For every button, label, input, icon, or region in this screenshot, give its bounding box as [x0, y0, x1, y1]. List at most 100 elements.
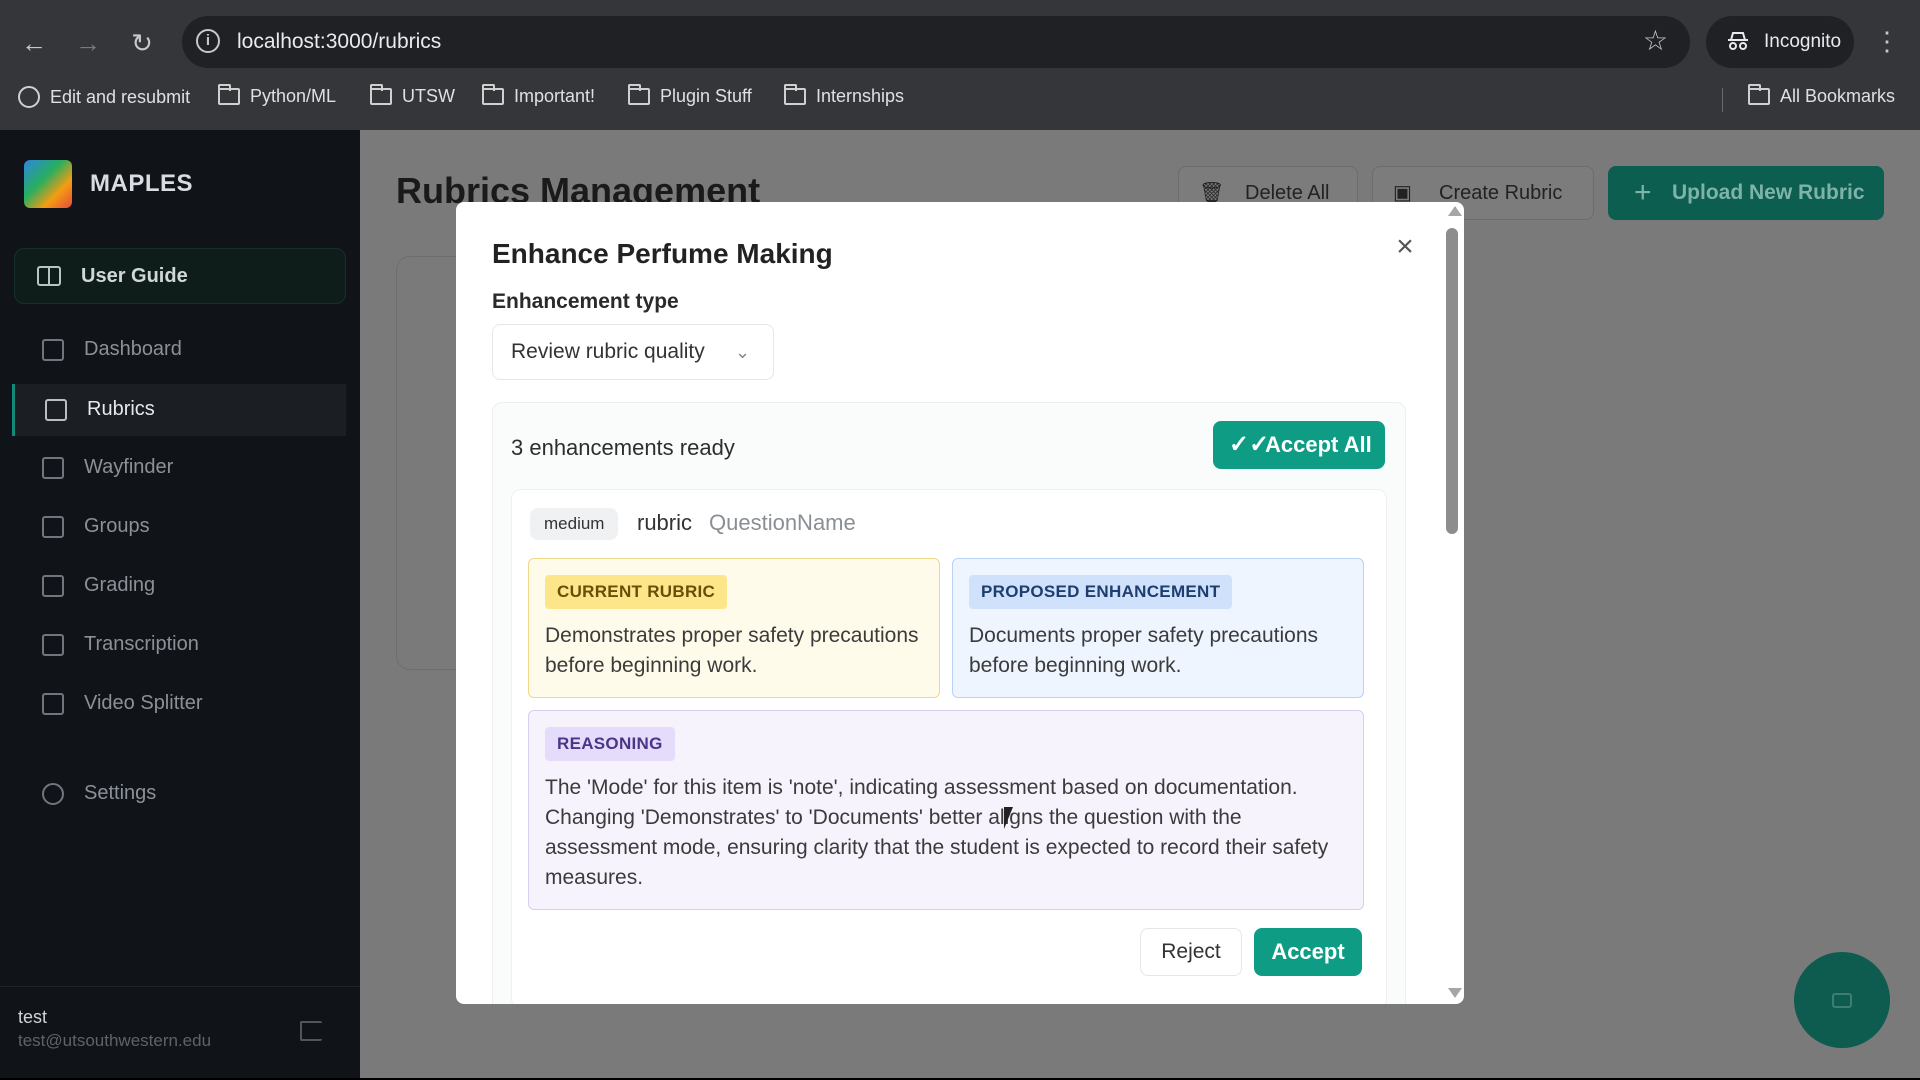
sidebar-item-grading[interactable]: Grading	[12, 560, 346, 612]
reasoning-box: REASONING The 'Mode' for this item is 'n…	[528, 710, 1364, 910]
accept-all-button[interactable]: ✓✓ Accept All	[1213, 421, 1385, 469]
logout-icon[interactable]	[300, 1021, 322, 1041]
reasoning-tag: REASONING	[545, 727, 675, 761]
bookmark-utsw[interactable]: UTSW	[370, 84, 455, 107]
sidebar-item-label: Video Splitter	[84, 692, 203, 714]
bookmark-label: Python/ML	[250, 86, 337, 106]
mouse-cursor	[1004, 807, 1013, 829]
folder-icon	[370, 84, 392, 105]
scroll-down-icon[interactable]	[1448, 988, 1462, 998]
address-bar[interactable]: i localhost:3000/rubrics ☆	[182, 16, 1690, 68]
clipboard-icon	[42, 575, 64, 597]
current-rubric-box: CURRENT RUBRIC Demonstrates proper safet…	[528, 558, 940, 698]
reload-icon[interactable]: ↻	[124, 25, 160, 61]
bookmark-plugin-stuff[interactable]: Plugin Stuff	[628, 84, 752, 107]
sidebar-item-label: Dashboard	[84, 338, 182, 360]
sidebar-item-rubrics[interactable]: Rubrics	[12, 384, 346, 436]
accept-button[interactable]: Accept	[1254, 928, 1362, 976]
browser-toolbar: ← → ↻ i localhost:3000/rubrics ☆ Incogni…	[0, 12, 1920, 72]
create-rubric-label: Create Rubric	[1439, 182, 1563, 204]
sidebar-item-label: Rubrics	[87, 398, 155, 420]
incognito-label: Incognito	[1764, 31, 1842, 52]
maples-logo	[24, 160, 72, 208]
groups-icon	[42, 516, 64, 538]
sidebar-item-transcription[interactable]: Transcription	[12, 619, 346, 671]
enhance-modal: Enhance Perfume Making × Enhancement typ…	[456, 202, 1464, 1004]
bookmark-label: All Bookmarks	[1780, 86, 1896, 106]
proposed-enhancement-tag: PROPOSED ENHANCEMENT	[969, 575, 1233, 609]
sidebar-item-label: Wayfinder	[84, 456, 174, 478]
sidebar-item-label: Settings	[84, 782, 157, 804]
bookmark-important[interactable]: Important!	[482, 84, 596, 107]
browser-chrome: ← → ↻ i localhost:3000/rubrics ☆ Incogni…	[0, 0, 1920, 130]
upload-new-rubric-label: Upload New Rubric	[1672, 181, 1865, 204]
folder-icon	[784, 84, 806, 105]
enhancements-ready-count: 3 enhancements ready	[511, 435, 735, 460]
brand-name: MAPLES	[90, 170, 194, 197]
sidebar-item-label: Groups	[84, 515, 150, 537]
user-guide-button[interactable]: User Guide	[14, 248, 346, 304]
close-icon[interactable]: ×	[1390, 232, 1420, 262]
browser-menu-icon[interactable]: ⋮	[1874, 26, 1900, 57]
bookmark-star-icon[interactable]: ☆	[1643, 24, 1668, 57]
enhancement-type-value: Review rubric quality	[511, 340, 705, 363]
enhancement-type-select[interactable]: Review rubric quality ⌄	[492, 324, 774, 380]
severity-badge: medium	[530, 508, 619, 540]
all-bookmarks[interactable]: All Bookmarks	[1748, 84, 1896, 107]
scissors-icon	[42, 693, 64, 715]
double-check-icon: ✓✓	[1229, 431, 1270, 458]
bookmark-label: Internships	[816, 86, 905, 106]
sidebar-item-wayfinder[interactable]: Wayfinder	[12, 442, 346, 494]
gear-icon	[42, 783, 64, 805]
chevron-down-icon: ⌄	[735, 342, 751, 362]
bookmark-edit-resubmit[interactable]: Edit and resubmit	[18, 86, 190, 108]
accept-all-label: Accept All	[1265, 432, 1372, 457]
current-rubric-tag: CURRENT RUBRIC	[545, 575, 728, 609]
back-icon[interactable]: ←	[16, 25, 52, 61]
bookmark-label: Plugin Stuff	[660, 86, 752, 106]
user-name: test	[18, 1007, 48, 1027]
bookmarks-divider	[1722, 88, 1723, 112]
sidebar-item-video-splitter[interactable]: Video Splitter	[12, 678, 346, 730]
modal-title: Enhance Perfume Making	[492, 238, 833, 269]
robot-icon	[42, 457, 64, 479]
dashboard-icon	[42, 339, 64, 361]
chat-assistant-button[interactable]	[1794, 952, 1890, 1048]
url-text[interactable]: localhost:3000/rubrics	[237, 30, 441, 54]
sidebar-item-settings[interactable]: Settings	[12, 768, 346, 820]
audio-wave-icon	[42, 634, 64, 656]
bookmark-label: Important!	[514, 86, 596, 106]
sidebar-item-dashboard[interactable]: Dashboard	[12, 324, 346, 376]
bookmarks-bar: Edit and resubmit Python/ML UTSW Importa…	[0, 80, 1920, 116]
user-profile: test test@utsouthwestern.edu	[0, 986, 360, 1078]
incognito-icon	[1728, 32, 1748, 50]
delete-all-label: Delete All	[1245, 182, 1330, 204]
user-email: test@utsouthwestern.edu	[18, 1031, 212, 1050]
book-icon	[37, 266, 61, 286]
reasoning-text: The 'Mode' for this item is 'note', indi…	[545, 776, 1329, 889]
user-guide-label: User Guide	[81, 265, 188, 287]
scrollbar-thumb[interactable]	[1446, 228, 1458, 534]
enhancement-field-name: QuestionName	[709, 510, 856, 535]
forward-icon[interactable]: →	[70, 25, 106, 61]
robot-icon	[1832, 993, 1852, 1008]
incognito-button[interactable]: Incognito	[1706, 16, 1854, 68]
bookmark-label: UTSW	[402, 86, 455, 106]
app-viewport: MAPLES User Guide Dashboard Rubrics Wayf…	[0, 130, 1920, 1078]
upload-new-rubric-button[interactable]: + Upload New Rubric	[1608, 166, 1884, 220]
bookmark-python-ml[interactable]: Python/ML	[218, 84, 337, 107]
bookmark-internships[interactable]: Internships	[784, 84, 905, 107]
sidebar-item-label: Transcription	[84, 633, 199, 655]
folder-icon	[628, 84, 650, 105]
enhancement-type-label: Enhancement type	[492, 290, 679, 313]
scroll-up-icon[interactable]	[1448, 206, 1462, 216]
sidebar-item-label: Grading	[84, 574, 156, 596]
proposed-enhancement-text: Documents proper safety precautions befo…	[969, 624, 1319, 677]
sidebar: MAPLES User Guide Dashboard Rubrics Wayf…	[0, 130, 360, 1078]
enhancements-panel: 3 enhancements ready ✓✓ Accept All mediu…	[492, 402, 1406, 1004]
folder-icon	[1748, 84, 1770, 105]
sidebar-item-groups[interactable]: Groups	[12, 501, 346, 553]
site-icon	[18, 86, 40, 108]
reject-button[interactable]: Reject	[1140, 928, 1242, 976]
site-info-icon[interactable]: i	[196, 29, 220, 53]
